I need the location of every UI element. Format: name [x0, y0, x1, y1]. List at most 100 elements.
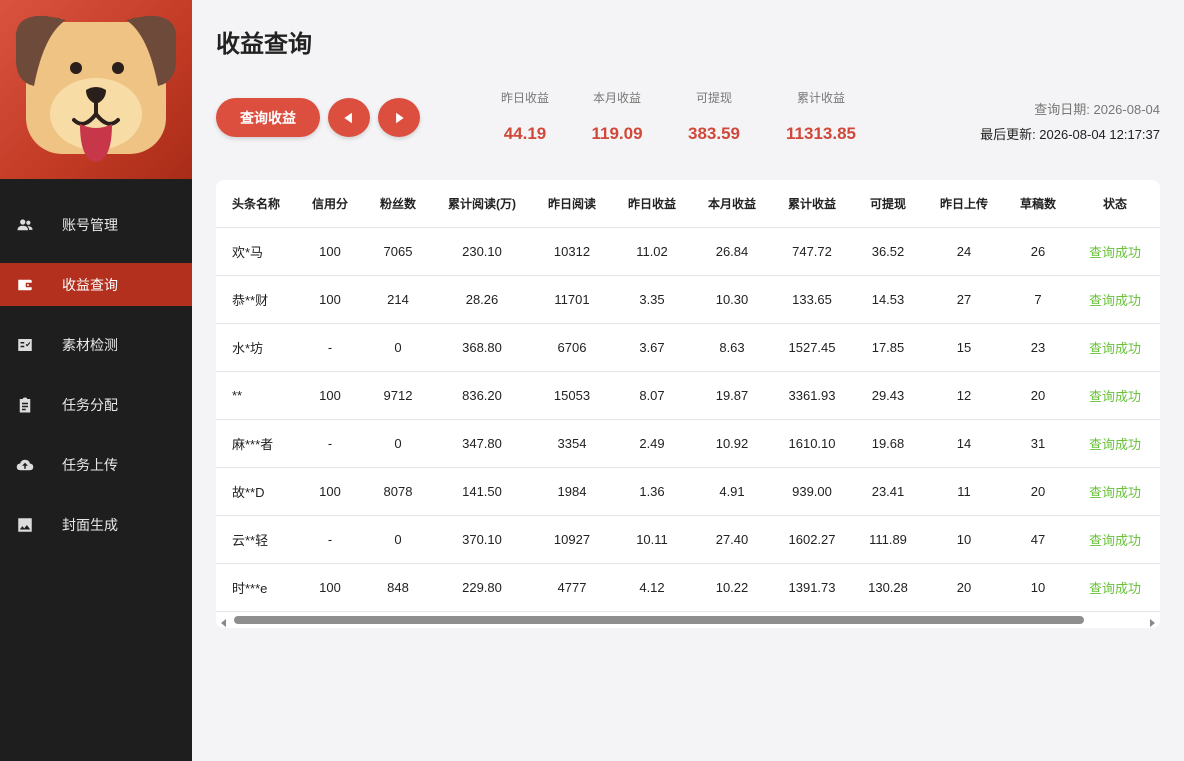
- status-cell: 查询成功: [1070, 515, 1160, 564]
- table-cell: 2.49: [610, 419, 694, 468]
- table-cell: 111.89: [854, 515, 922, 564]
- next-button[interactable]: [378, 98, 420, 137]
- table-row[interactable]: 欢*马 100 7065 230.10 10312 11.02 26.84 747.72 36.…: [216, 227, 1160, 276]
- column-header: 信用分: [294, 180, 366, 228]
- table-cell: 10.22: [694, 563, 770, 612]
- table-cell: 10312: [534, 227, 610, 276]
- table-cell: 1984: [534, 467, 610, 516]
- table-cell: 欢*马: [216, 227, 294, 276]
- table-row[interactable]: 恭**财 100 214 28.26 11701 3.35 10.30 133.65 14.53…: [216, 275, 1160, 324]
- scroll-right-icon[interactable]: [1147, 615, 1157, 627]
- column-header: 累计阅读(万): [430, 180, 534, 228]
- triangle-right-icon: [396, 112, 404, 123]
- table-cell: 4.12: [610, 563, 694, 612]
- stat-value: 11313.85: [786, 124, 856, 143]
- table-cell: 15: [922, 323, 1006, 372]
- table-cell: 23: [1006, 323, 1070, 372]
- previous-button[interactable]: [328, 98, 370, 137]
- column-header: 状态: [1070, 180, 1160, 228]
- table-row[interactable]: 故**D 100 8078 141.50 1984 1.36 4.91 939.00 23.41…: [216, 467, 1160, 516]
- table-cell: 0: [366, 419, 430, 468]
- table-cell: 848: [366, 563, 430, 612]
- table-row[interactable]: 云**轻 -0 370.10 10927 10.11 27.40 1602.27 111.89…: [216, 515, 1160, 564]
- table-cell: 36.52: [854, 227, 922, 276]
- column-header: 累计收益: [770, 180, 854, 228]
- table-row[interactable]: 水*坊 -0 368.80 6706 3.67 8.63 1527.45 17.85 15 23 查…: [216, 323, 1160, 372]
- table-cell: 836.20: [430, 371, 534, 420]
- sidebar-item-task-assignment[interactable]: 任务分配: [0, 383, 192, 426]
- table-cell: 0: [366, 323, 430, 372]
- app-logo: [0, 0, 192, 179]
- table-cell: 100: [294, 467, 366, 516]
- table-cell: 9712: [366, 371, 430, 420]
- sidebar-item-label: 封面生成: [62, 516, 118, 533]
- query-earnings-button[interactable]: 查询收益: [216, 98, 320, 137]
- table-cell: 15053: [534, 371, 610, 420]
- table-cell: 133.65: [770, 275, 854, 324]
- stat-value: 44.19: [503, 124, 547, 143]
- table-cell: 8078: [366, 467, 430, 516]
- table-cell: 3361.93: [770, 371, 854, 420]
- table-cell: 47: [1006, 515, 1070, 564]
- table-row[interactable]: 时***e 100 848 229.80 4777 4.12 10.22 1391.73 130…: [216, 563, 1160, 612]
- stat-total-earnings: 累计收益 11313.85: [772, 89, 870, 144]
- column-header: 草稿数: [1006, 180, 1070, 228]
- table-cell: 26: [1006, 227, 1070, 276]
- table-cell: 时***e: [216, 563, 294, 612]
- table-cell: 229.80: [430, 563, 534, 612]
- table-cell: 4.91: [694, 467, 770, 516]
- scrollbar-thumb[interactable]: [234, 616, 1084, 624]
- query-info: 查询日期: 2026-08-04 最后更新: 2026-08-04 12:17:…: [980, 99, 1160, 143]
- table-cell: 14.53: [854, 275, 922, 324]
- sidebar-item-label: 素材检测: [62, 336, 118, 353]
- sidebar-item-label: 任务分配: [62, 396, 118, 413]
- sidebar-item-task-upload[interactable]: 任务上传: [0, 443, 192, 486]
- sidebar-item-label: 账号管理: [62, 216, 118, 233]
- sidebar-item-earnings-query[interactable]: 收益查询: [0, 263, 192, 306]
- table-cell: 云**轻: [216, 515, 294, 564]
- cloud-upload-icon: [16, 456, 34, 474]
- page-title: 收益查询: [216, 31, 312, 58]
- table-cell: 19.68: [854, 419, 922, 468]
- table-cell: 230.10: [430, 227, 534, 276]
- sidebar-item-account-management[interactable]: 账号管理: [0, 203, 192, 246]
- stat-yesterday-earnings: 昨日收益 44.19: [490, 89, 560, 144]
- earnings-table: 头条名称 信用分 粉丝数 累计阅读(万) 昨日阅读 昨日收益 本月收益 累计收益 可提现 昨日上传…: [216, 180, 1160, 612]
- table-cell: 6706: [534, 323, 610, 372]
- horizontal-scrollbar[interactable]: [216, 612, 1160, 628]
- sidebar-item-cover-generation[interactable]: 封面生成: [0, 503, 192, 546]
- scroll-left-icon[interactable]: [219, 615, 229, 627]
- people-icon: [16, 216, 34, 234]
- table-cell: 23.41: [854, 467, 922, 516]
- table-cell: 747.72: [770, 227, 854, 276]
- table-cell: 3354: [534, 419, 610, 468]
- sidebar: 账号管理 收益查询 素材检测 任务分配 任务上传 封面生成: [0, 0, 192, 761]
- table-cell: 24: [922, 227, 1006, 276]
- table-cell: 3.35: [610, 275, 694, 324]
- stat-month-earnings: 本月收益 119.09: [580, 89, 654, 144]
- table-cell: 10.11: [610, 515, 694, 564]
- main-content: 收益查询 查询收益 昨日收益 44.19 本月收益 119.09 可提现 383…: [192, 0, 1184, 761]
- table-cell: 20: [1006, 467, 1070, 516]
- column-header: 本月收益: [694, 180, 770, 228]
- sidebar-item-material-check[interactable]: 素材检测: [0, 323, 192, 366]
- table-cell: 141.50: [430, 467, 534, 516]
- table-row[interactable]: 麻***者 -0 347.80 3354 2.49 10.92 1610.10 19.68 14…: [216, 419, 1160, 468]
- table-cell: 29.43: [854, 371, 922, 420]
- table-cell: 14: [922, 419, 1006, 468]
- table-cell: 1610.10: [770, 419, 854, 468]
- sidebar-item-label: 收益查询: [62, 276, 118, 293]
- table-cell: 939.00: [770, 467, 854, 516]
- sidebar-item-label: 任务上传: [62, 456, 118, 473]
- column-header: 粉丝数: [366, 180, 430, 228]
- wallet-icon: [16, 276, 34, 294]
- column-header: 昨日阅读: [534, 180, 610, 228]
- table-cell: 10: [1006, 563, 1070, 612]
- table-cell: 8.63: [694, 323, 770, 372]
- table-cell: 恭**财: [216, 275, 294, 324]
- table-row[interactable]: ** 100 9712 836.20 15053 8.07 19.87 3361.93 29.4…: [216, 371, 1160, 420]
- table-cell: 368.80: [430, 323, 534, 372]
- table-cell: 1.36: [610, 467, 694, 516]
- table-cell: -: [294, 323, 366, 372]
- sidebar-nav: 账号管理 收益查询 素材检测 任务分配 任务上传 封面生成: [0, 203, 192, 546]
